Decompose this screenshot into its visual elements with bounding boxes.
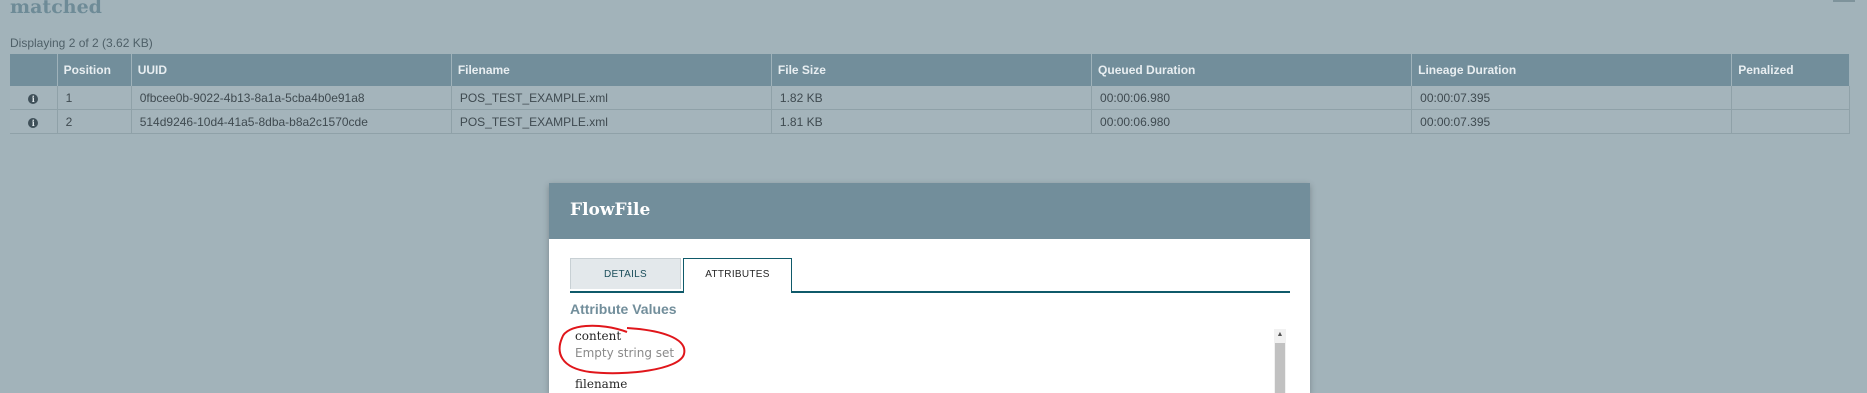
table-row[interactable]: i 1 0fbcee0b-9022-4b13-8a1a-5cba4b0e91a8… — [10, 86, 1850, 110]
table-header-row: Position UUID Filename File Size Queued … — [10, 54, 1850, 86]
tab-attributes[interactable]: ATTRIBUTES — [683, 258, 792, 293]
attribute-name: content — [575, 329, 622, 343]
row-position: 1 — [57, 86, 132, 110]
row-info-cell[interactable]: i — [10, 86, 58, 110]
info-icon[interactable]: i — [28, 117, 39, 128]
row-lineage-duration: 00:00:07.395 — [1411, 109, 1733, 134]
attribute-values-heading: Attribute Values — [570, 301, 677, 317]
column-header-uuid[interactable]: UUID — [131, 54, 452, 86]
scroll-thumb[interactable] — [1275, 343, 1285, 393]
column-header-filename[interactable]: Filename — [451, 54, 772, 86]
row-filename: POS_TEST_EXAMPLE.xml — [451, 109, 772, 134]
column-header-lineage-duration[interactable]: Lineage Duration — [1411, 54, 1733, 86]
row-queued-duration: 00:00:06.980 — [1091, 109, 1413, 134]
row-lineage-duration: 00:00:07.395 — [1411, 86, 1733, 110]
queue-listing-table: Position UUID Filename File Size Queued … — [10, 54, 1850, 134]
row-penalized — [1731, 86, 1850, 110]
row-info-cell[interactable]: i — [10, 109, 58, 134]
column-header-info — [10, 54, 58, 86]
row-filename: POS_TEST_EXAMPLE.xml — [451, 86, 772, 110]
row-position: 2 — [57, 109, 132, 134]
dialog-title: FlowFile — [570, 200, 651, 220]
attribute-name: filename — [575, 377, 628, 391]
column-header-file-size[interactable]: File Size — [771, 54, 1093, 86]
row-queued-duration: 00:00:06.980 — [1091, 86, 1413, 110]
dialog-header: FlowFile — [549, 183, 1310, 239]
row-file-size: 1.81 KB — [771, 109, 1093, 134]
table-row[interactable]: i 2 514d9246-10d4-41a5-8dba-b8a2c1570cde… — [10, 109, 1850, 134]
scroll-up-arrow-icon[interactable]: ▲ — [1274, 329, 1286, 341]
tab-details[interactable]: DETAILS — [570, 258, 681, 289]
attribute-value: Empty string set — [575, 346, 675, 360]
dialog-tabs: DETAILS ATTRIBUTES — [570, 258, 1290, 293]
column-header-penalized[interactable]: Penalized — [1731, 54, 1850, 86]
display-count: Displaying 2 of 2 (3.62 KB) — [10, 36, 153, 50]
column-header-queued-duration[interactable]: Queued Duration — [1091, 54, 1413, 86]
row-file-size: 1.82 KB — [771, 86, 1093, 110]
column-header-position[interactable]: Position — [57, 54, 132, 86]
flowfile-dialog: FlowFile DETAILS ATTRIBUTES Attribute Va… — [549, 183, 1310, 393]
page-title: matched — [10, 0, 102, 18]
window-corner-control[interactable] — [1833, 0, 1855, 2]
info-icon[interactable]: i — [28, 93, 39, 104]
row-penalized — [1731, 109, 1850, 134]
attribute-scrollbar[interactable]: ▲ — [1274, 329, 1286, 393]
row-uuid: 0fbcee0b-9022-4b13-8a1a-5cba4b0e91a8 — [131, 86, 452, 110]
row-uuid: 514d9246-10d4-41a5-8dba-b8a2c1570cde — [131, 109, 452, 134]
attribute-list: content Empty string set — [575, 329, 1255, 360]
